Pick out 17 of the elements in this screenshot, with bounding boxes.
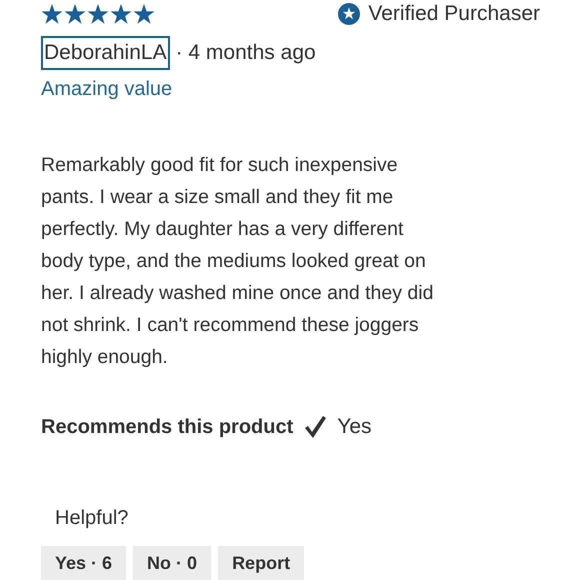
vote-button[interactable]: Report — [218, 546, 304, 580]
star-icon — [110, 4, 132, 24]
helpful-label: Helpful? — [55, 507, 130, 530]
star-badge-icon — [338, 3, 360, 25]
star-icon — [87, 4, 109, 24]
star-icon — [133, 4, 155, 24]
vote-button[interactable]: No · 0 — [133, 546, 212, 580]
recommends-label: Recommends this product — [41, 416, 294, 438]
verified-label: Verified Purchaser — [368, 2, 540, 26]
star-icon — [41, 4, 63, 24]
vote-button[interactable]: Yes · 6 — [41, 546, 126, 580]
recommends-value: Yes — [337, 415, 372, 439]
star-icon — [64, 4, 86, 24]
review-text: Remarkably good fit for such inexpensive pants. I wear a size small and they fit me perfectly. My daughter has a very different body type, and the mediums looked great on her. I already washed mine once and they did not shrink. I can't recommend these joggers highly enough. — [41, 153, 434, 370]
review-time: · 4 months ago — [176, 41, 316, 65]
review-title: Amazing value — [41, 78, 174, 101]
author-link[interactable]: DeborahinLA — [41, 36, 170, 70]
